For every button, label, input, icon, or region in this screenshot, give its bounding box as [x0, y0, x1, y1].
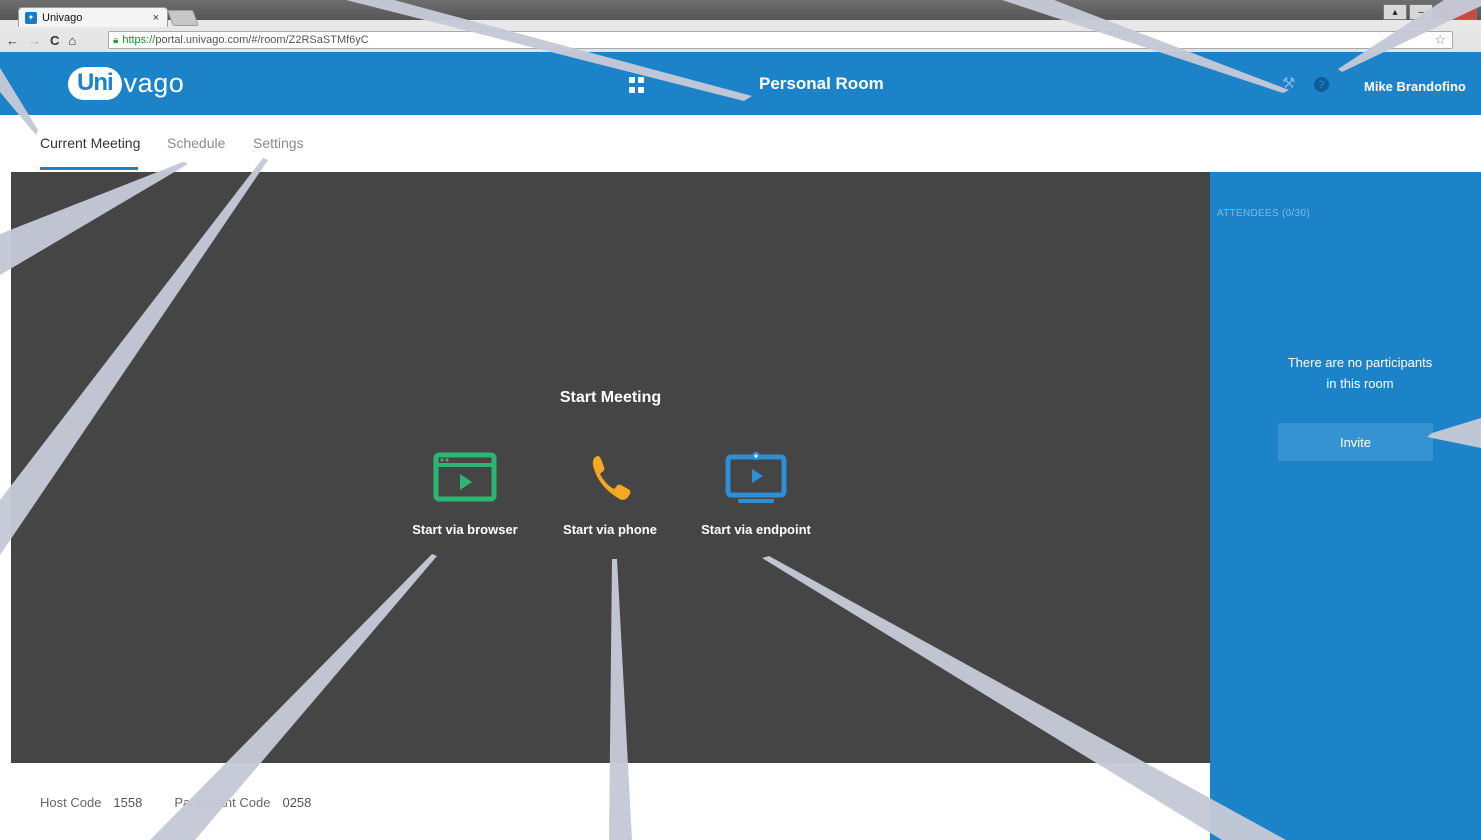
host-code-label: Host Code [40, 795, 102, 810]
participant-code-label: Participant Code [174, 795, 271, 810]
tab-close-icon[interactable]: × [153, 12, 159, 24]
meeting-stage: Start Meeting Start via browser Start vi… [11, 172, 1210, 763]
logo-text: vago [123, 67, 185, 98]
start-meeting-title: Start Meeting [559, 389, 662, 406]
back-icon[interactable]: ← [6, 33, 19, 48]
url-scheme: https:// [122, 34, 156, 46]
window-controls: ▴ – ✕ [1383, 4, 1477, 20]
url-path: portal.univago.com/#/room/Z2RSaSTMf6yC [155, 34, 369, 46]
forward-icon[interactable]: → [28, 33, 41, 48]
attendees-title: ATTENDEES (0/30) [1217, 208, 1310, 219]
page-title: Personal Room [759, 74, 884, 93]
start-via-browser-label: Start via browser [412, 522, 518, 537]
minimize-icon[interactable]: – [1409, 4, 1433, 20]
tab-settings[interactable]: Settings [253, 135, 304, 151]
logo-cloud: Uni [68, 66, 122, 100]
address-bar[interactable]: 🔒︎ https://portal.univago.com/#/room/Z2R… [108, 31, 1453, 49]
start-via-endpoint-label: Start via endpoint [701, 522, 811, 537]
participant-code-value: 0258 [282, 795, 312, 810]
subnav: Current Meeting Schedule Settings [0, 115, 1481, 172]
host-code-value: 1558 [113, 795, 143, 810]
lock-icon: 🔒︎ [113, 34, 119, 46]
user-menu[interactable]: Mike Brandofino [1364, 79, 1466, 94]
reload-icon[interactable]: C [50, 33, 59, 48]
start-via-endpoint-button[interactable]: Start via endpoint [697, 452, 815, 537]
bookmark-star-icon[interactable]: ☆ [1434, 32, 1446, 48]
restore-icon[interactable]: ▴ [1383, 4, 1407, 20]
attendees-panel: ATTENDEES (0/30) There are no participan… [1210, 172, 1481, 840]
start-via-phone-button[interactable]: Start via phone [555, 452, 665, 537]
no-participants-message: There are no participants in this room [1270, 352, 1450, 394]
start-via-phone-label: Start via phone [563, 522, 657, 537]
tab-schedule[interactable]: Schedule [167, 135, 225, 151]
tools-icon[interactable]: ⚒ [1282, 74, 1295, 92]
start-via-browser-button[interactable]: Start via browser [410, 452, 520, 537]
empty-message-line-1: There are no participants [1287, 355, 1433, 370]
monitor-icon [724, 452, 788, 504]
tab-current-meeting[interactable]: Current Meeting [40, 135, 140, 151]
app-header: Uni vago Personal Room ⚒ ? Mike Brandofi… [0, 52, 1481, 115]
help-icon[interactable]: ? [1314, 77, 1329, 92]
active-tab-indicator [40, 167, 138, 170]
phone-icon [578, 452, 642, 504]
new-tab-button[interactable] [167, 10, 199, 26]
browser-chrome: ✦ Univago × ▴ – ✕ ← → C ⌂ 🔒︎ https://por… [0, 0, 1481, 52]
apps-grid-icon[interactable] [629, 77, 645, 93]
meeting-codes: Host Code 1558 Participant Code 0258 [40, 795, 343, 810]
browser-icon [433, 452, 497, 504]
close-window-icon[interactable]: ✕ [1435, 4, 1477, 20]
invite-button[interactable]: Invite [1278, 423, 1433, 461]
browser-toolbar: ← → C ⌂ 🔒︎ https://portal.univago.com/#/… [0, 28, 1481, 52]
tab-title: Univago [42, 11, 83, 24]
favicon-icon: ✦ [25, 11, 37, 24]
univago-logo[interactable]: Uni vago [68, 64, 184, 102]
browser-tab[interactable]: ✦ Univago × [18, 7, 168, 27]
empty-message-line-2: in this room [1326, 376, 1394, 391]
home-icon[interactable]: ⌂ [68, 33, 76, 48]
